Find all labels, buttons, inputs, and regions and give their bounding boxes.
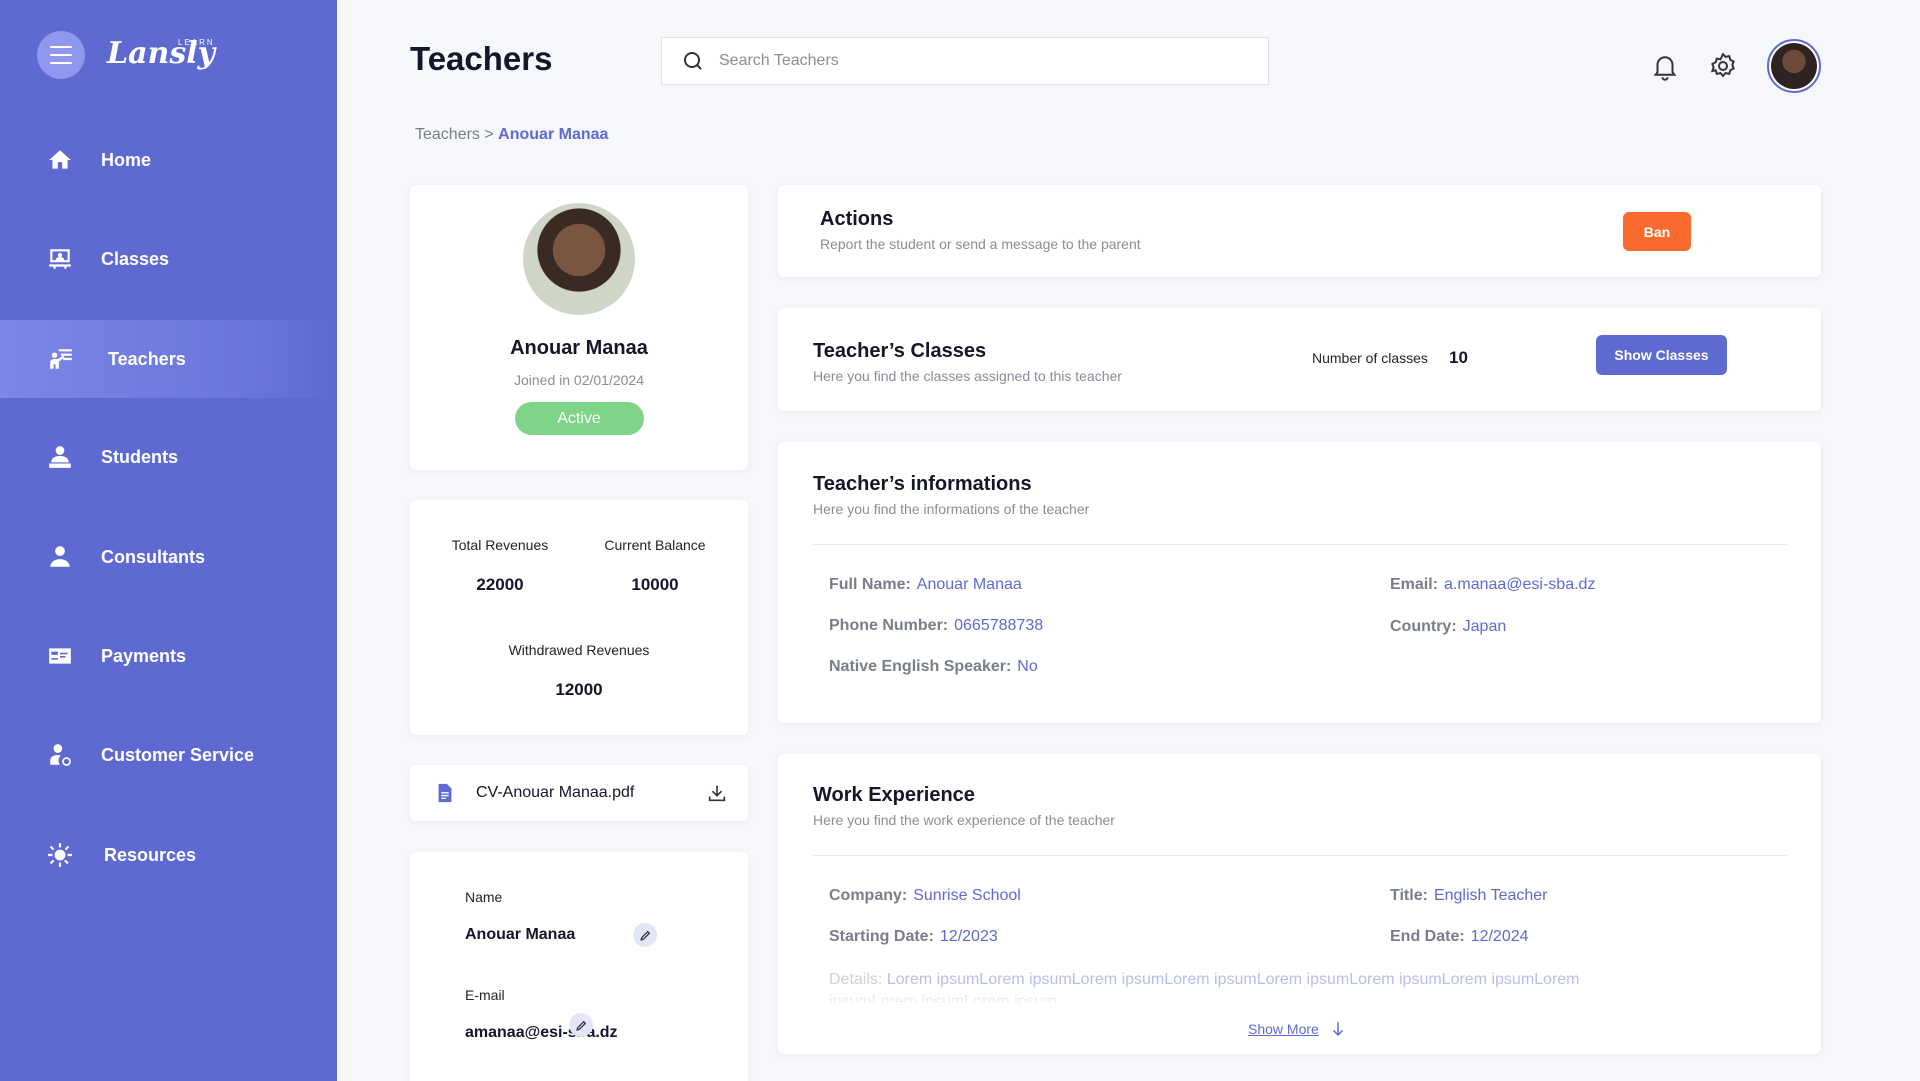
page-title: Teachers [410,40,553,77]
menu-toggle-button[interactable] [37,31,85,79]
show-classes-button[interactable]: Show Classes [1596,335,1727,375]
job-title-field: Title: English Teacher [1390,887,1548,904]
divider [813,855,1787,856]
breadcrumb-separator: > [484,126,494,143]
document-icon [438,783,452,803]
status-badge: Active [514,402,644,435]
work-title: Work Experience [813,784,975,806]
actions-title: Actions [820,208,894,230]
sidebar-item-students[interactable]: Students [0,418,337,496]
work-subtitle: Here you find the work experience of the… [813,812,1115,828]
ban-button[interactable]: Ban [1623,212,1691,251]
teacher-classes-card: Teacher’s Classes Here you find the clas… [778,308,1821,411]
sidebar-item-payments[interactable]: Payments [0,617,337,695]
pencil-icon [639,930,650,941]
resources-icon [46,841,74,869]
actions-card: Actions Report the student or send a mes… [778,185,1821,277]
edit-name-button[interactable] [633,923,657,947]
sidebar-item-label: Students [101,446,179,467]
sidebar-item-label: Customer Service [101,744,255,765]
notification-bell-icon[interactable] [1650,51,1680,81]
profile-card: Anouar Manaa Joined in 02/01/2024 Active [410,185,748,470]
revenue-stats-card: Total Revenues 22000 Current Balance 100… [410,500,748,735]
sidebar-item-classes[interactable]: Classes [0,220,337,298]
sidebar: Lansly LEARN Home Classes Teachers Stude… [0,0,337,1081]
sidebar-item-label: Consultants [101,546,206,567]
teacher-informations-card: Teacher’s informations Here you find the… [778,442,1821,723]
customer-service-icon [46,741,74,769]
sidebar-item-customer-service[interactable]: Customer Service [0,716,337,794]
teachers-icon [47,345,75,373]
company-field: Company: Sunrise School [829,887,1021,904]
sidebar-item-home[interactable]: Home [0,121,337,199]
payments-icon [46,642,74,670]
sidebar-item-resources[interactable]: Resources [0,816,337,894]
sidebar-item-label: Classes [101,248,170,269]
country-field: Country: Japan [1390,618,1507,635]
cv-filename[interactable]: CV-Anouar Manaa.pdf [476,784,706,802]
phone-field: Phone Number: 0665788738 [829,617,1044,634]
account-info-card: Name Anouar Manaa E-mail amanaa@esi-sba.… [410,852,748,1081]
sidebar-item-teachers[interactable]: Teachers [0,320,337,398]
breadcrumb: Teachers > Anouar Manaa [415,126,608,144]
native-speaker-field: Native English Speaker: No [829,658,1038,675]
classes-count: 10 [1449,348,1468,367]
details-fade-overlay [818,986,1718,1006]
full-name-field: Full Name: Anouar Manaa [829,576,1022,593]
email-label: E-mail [465,987,505,1003]
profile-photo [523,203,635,315]
classes-icon [46,245,74,273]
settings-gear-icon[interactable] [1708,51,1738,81]
app-logo-subtitle: LEARN [178,38,215,47]
home-icon [46,146,74,174]
download-icon[interactable] [706,782,728,804]
actions-subtitle: Report the student or send a message to … [820,236,1141,252]
breadcrumb-parent[interactable]: Teachers [415,126,480,143]
sidebar-item-consultants[interactable]: Consultants [0,518,337,596]
profile-joined-date: Joined in 02/01/2024 [514,372,644,388]
breadcrumb-current[interactable]: Anouar Manaa [498,126,608,143]
end-date-field: End Date: 12/2024 [1390,928,1529,945]
arrow-down-icon [1332,1022,1343,1037]
withdrawed-revenues-stat: Withdrawed Revenues 12000 [508,642,650,699]
starting-date-field: Starting Date: 12/2023 [829,928,998,945]
cv-file-card: CV-Anouar Manaa.pdf [410,765,748,821]
divider [813,544,1787,545]
work-experience-card: Work Experience Here you find the work e… [778,754,1821,1054]
edit-email-button[interactable] [569,1013,593,1037]
sidebar-item-label: Teachers [108,348,186,369]
sidebar-item-label: Payments [101,645,187,666]
name-value: Anouar Manaa [465,926,576,943]
search-input[interactable] [719,52,1239,70]
show-more-link[interactable]: Show More [1248,1019,1347,1039]
students-icon [46,443,74,471]
classes-count-label: Number of classes [1312,350,1428,366]
user-avatar[interactable] [1767,39,1821,93]
profile-name: Anouar Manaa [510,337,648,359]
pencil-icon [575,1020,586,1031]
hamburger-icon [50,46,72,48]
name-label: Name [465,889,503,905]
classes-title: Teacher’s Classes [813,340,987,362]
search-bar[interactable] [661,37,1269,85]
teacher-info-title: Teacher’s informations [813,473,1032,495]
total-revenues-stat: Total Revenues 22000 [451,537,549,594]
classes-subtitle: Here you find the classes assigned to th… [813,368,1122,384]
sidebar-item-label: Home [101,149,152,170]
email-value: amanaa@esi-sba.dz [465,1024,618,1041]
email-field: Email: a.manaa@esi-sba.dz [1390,576,1596,593]
sidebar-item-label: Resources [104,844,197,865]
current-balance-stat: Current Balance 10000 [604,537,706,594]
teacher-info-subtitle: Here you find the informations of the te… [813,501,1090,517]
consultants-icon [46,543,74,571]
search-icon [684,52,702,70]
